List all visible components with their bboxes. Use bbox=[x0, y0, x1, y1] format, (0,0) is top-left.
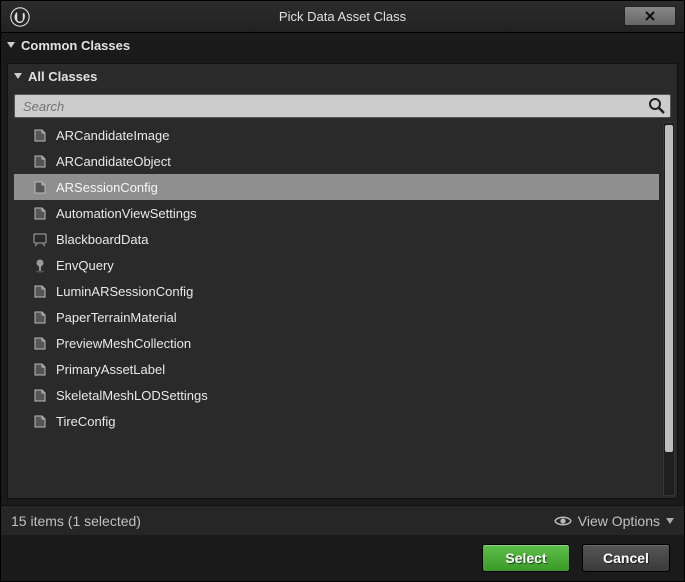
search-icon bbox=[648, 97, 666, 115]
class-label: EnvQuery bbox=[56, 258, 114, 273]
blackboard-icon bbox=[32, 231, 48, 247]
common-classes-header[interactable]: Common Classes bbox=[1, 33, 684, 57]
search-input[interactable] bbox=[19, 99, 648, 114]
select-button[interactable]: Select bbox=[482, 544, 570, 572]
class-row[interactable]: LuminARSessionConfig bbox=[14, 278, 659, 304]
status-bar: 15 items (1 selected) View Options bbox=[1, 505, 684, 535]
class-label: ARCandidateObject bbox=[56, 154, 171, 169]
asset-icon bbox=[32, 127, 48, 143]
item-count-text: 15 items (1 selected) bbox=[11, 513, 141, 529]
class-row[interactable]: PrimaryAssetLabel bbox=[14, 356, 659, 382]
scrollbar[interactable] bbox=[663, 122, 675, 496]
view-options-label: View Options bbox=[578, 513, 660, 529]
class-row[interactable]: EnvQuery bbox=[14, 252, 659, 278]
class-label: BlackboardData bbox=[56, 232, 149, 247]
asset-icon bbox=[32, 361, 48, 377]
class-row[interactable]: PreviewMeshCollection bbox=[14, 330, 659, 356]
asset-icon bbox=[32, 153, 48, 169]
class-label: ARCandidateImage bbox=[56, 128, 169, 143]
disclosure-triangle-icon bbox=[7, 42, 15, 48]
dialog-buttons: Select Cancel bbox=[1, 535, 684, 581]
class-label: PaperTerrainMaterial bbox=[56, 310, 177, 325]
titlebar: Pick Data Asset Class bbox=[1, 1, 684, 33]
cancel-button[interactable]: Cancel bbox=[582, 544, 670, 572]
class-row[interactable]: ARCandidateImage bbox=[14, 122, 659, 148]
all-classes-header[interactable]: All Classes bbox=[8, 64, 677, 88]
all-classes-panel: All Classes ARCandidateImage ARCandidateO… bbox=[7, 63, 678, 499]
eye-icon bbox=[554, 514, 572, 528]
class-row[interactable]: AutomationViewSettings bbox=[14, 200, 659, 226]
class-list: ARCandidateImage ARCandidateObject ARSessi… bbox=[14, 122, 659, 496]
class-label: PreviewMeshCollection bbox=[56, 336, 191, 351]
unreal-logo-icon bbox=[7, 4, 33, 30]
scrollbar-thumb[interactable] bbox=[665, 125, 673, 452]
asset-icon bbox=[32, 179, 48, 195]
class-row[interactable]: TireConfig bbox=[14, 408, 659, 434]
chevron-down-icon bbox=[666, 518, 674, 524]
class-label: LuminARSessionConfig bbox=[56, 284, 193, 299]
envquery-icon bbox=[32, 257, 48, 273]
class-label: AutomationViewSettings bbox=[56, 206, 197, 221]
class-row[interactable]: ARSessionConfig bbox=[14, 174, 659, 200]
class-row[interactable]: ARCandidateObject bbox=[14, 148, 659, 174]
class-label: TireConfig bbox=[56, 414, 115, 429]
class-row[interactable]: PaperTerrainMaterial bbox=[14, 304, 659, 330]
class-row[interactable]: SkeletalMeshLODSettings bbox=[14, 382, 659, 408]
disclosure-triangle-icon bbox=[14, 73, 22, 79]
all-classes-label: All Classes bbox=[28, 69, 97, 84]
search-box[interactable] bbox=[14, 94, 671, 118]
class-row[interactable]: BlackboardData bbox=[14, 226, 659, 252]
asset-icon bbox=[32, 309, 48, 325]
asset-icon bbox=[32, 387, 48, 403]
asset-icon bbox=[32, 335, 48, 351]
class-label: SkeletalMeshLODSettings bbox=[56, 388, 208, 403]
class-label: PrimaryAssetLabel bbox=[56, 362, 165, 377]
close-button[interactable] bbox=[624, 6, 676, 26]
common-classes-label: Common Classes bbox=[21, 38, 130, 53]
asset-icon bbox=[32, 413, 48, 429]
close-icon bbox=[644, 10, 656, 22]
view-options-button[interactable]: View Options bbox=[554, 513, 674, 529]
asset-icon bbox=[32, 283, 48, 299]
window-title: Pick Data Asset Class bbox=[1, 9, 684, 24]
class-label: ARSessionConfig bbox=[56, 180, 158, 195]
asset-icon bbox=[32, 205, 48, 221]
